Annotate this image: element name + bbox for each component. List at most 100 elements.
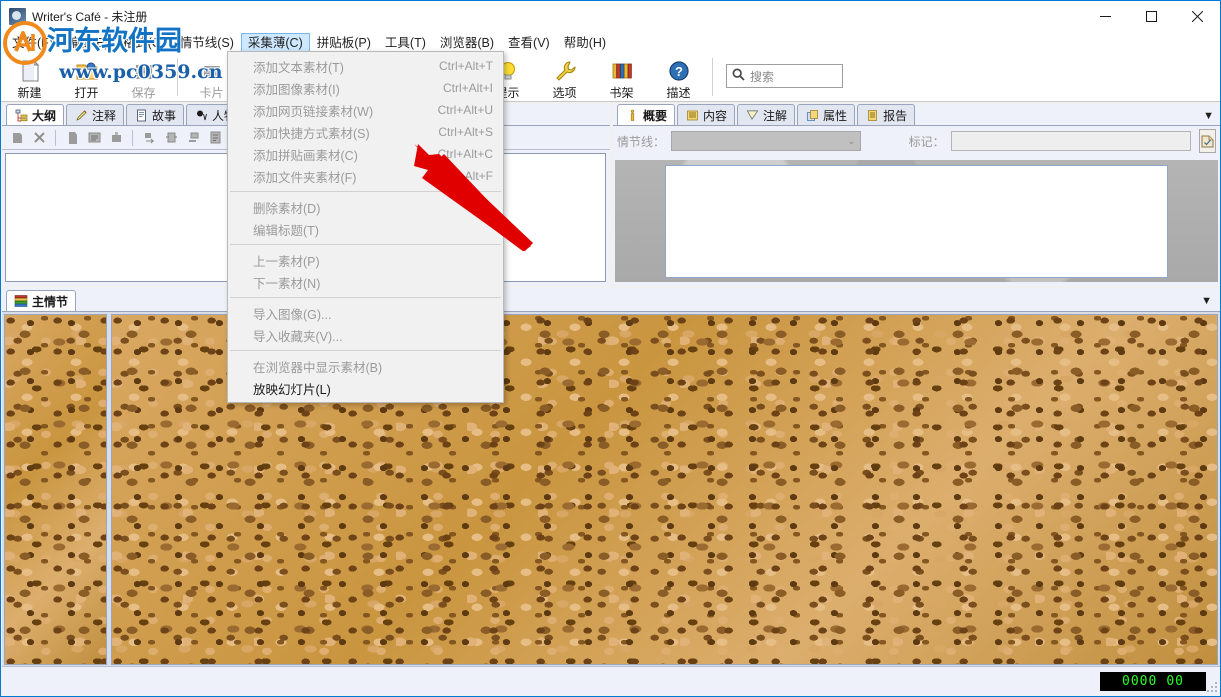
menu-help[interactable]: 帮助(H) <box>557 33 613 53</box>
summary-fields-row: 情节线： ⌄ 标记： <box>613 126 1220 156</box>
menuitem-add-shortcut[interactable]: 添加快捷方式素材(S) Ctrl+Alt+S <box>228 121 503 143</box>
menuitem-play-slideshow[interactable]: 放映幻灯片(L) <box>228 377 503 399</box>
menuitem-show-in-browser[interactable]: 在浏览器中显示素材(B) <box>228 355 503 377</box>
menuitem-import-favorites[interactable]: 导入收藏夹(V)... <box>228 324 503 346</box>
tab-annotation[interactable]: 注解 <box>737 104 795 125</box>
menu-plotline[interactable]: 情节线(S) <box>173 33 241 53</box>
menuitem-add-text[interactable]: 添加文本素材(T) Ctrl+Alt+T <box>228 55 503 77</box>
main-toolbar: 新建 打开 保存 <box>1 53 1220 102</box>
summary-note-area <box>615 160 1218 282</box>
toolbar-open-button[interactable]: 打开 <box>58 55 115 101</box>
toolbar-save-button[interactable]: 保存 <box>115 55 172 101</box>
menuitem-delete-material[interactable]: 删除素材(D) <box>228 196 503 218</box>
tab-outline[interactable]: 大纲 <box>6 104 64 125</box>
toolbar-options-label: 选项 <box>552 84 576 101</box>
menuitem-add-folder-accel: Ctrl+Alt+F <box>439 169 493 183</box>
tag-add-icon[interactable] <box>1199 129 1216 153</box>
menu-file[interactable]: 文件(F) <box>5 33 60 53</box>
menuitem-next-material[interactable]: 下一素材(N) <box>228 271 503 293</box>
tab-report[interactable]: 报告 <box>857 104 915 125</box>
toolbar-open-label: 打开 <box>74 84 98 101</box>
open-folder-icon <box>75 58 99 83</box>
tab-properties-label: 属性 <box>823 107 847 124</box>
menu-collage[interactable]: 拼贴板(P) <box>310 33 378 53</box>
maximize-button[interactable] <box>1128 1 1174 32</box>
menuitem-import-image-label: 导入图像(G)... <box>253 304 331 323</box>
properties-tab-icon <box>805 108 819 122</box>
notes-icon[interactable] <box>84 128 104 148</box>
window-title: Writer's Café - 未注册 <box>32 8 147 25</box>
toolbar-options-button[interactable]: 选项 <box>536 55 593 101</box>
toolbar-separator <box>177 58 178 96</box>
add-item-icon[interactable] <box>7 128 27 148</box>
plotline-label: 情节线： <box>617 133 665 150</box>
indent-icon[interactable] <box>139 128 159 148</box>
menuitem-add-text-accel: Ctrl+Alt+T <box>439 59 493 73</box>
toolbar-new-label: 新建 <box>17 84 41 101</box>
corkboard-index-column[interactable] <box>4 314 107 665</box>
menuitem-previous-material-label: 上一素材(P) <box>253 251 320 270</box>
plot-stack-icon <box>14 294 28 308</box>
menuitem-add-shortcut-label: 添加快捷方式素材(S) <box>253 123 370 142</box>
tab-main-plot-label: 主情节 <box>32 293 68 310</box>
word-count-left: 0000 <box>1122 675 1157 688</box>
tag-input[interactable] <box>951 131 1191 151</box>
clip-icon[interactable] <box>106 128 126 148</box>
menuitem-import-image[interactable]: 导入图像(G)... <box>228 302 503 324</box>
demote-icon[interactable] <box>183 128 203 148</box>
toolbar-new-button[interactable]: 新建 <box>1 55 58 101</box>
menuitem-add-image[interactable]: 添加图像素材(I) Ctrl+Alt+I <box>228 77 503 99</box>
story-icon <box>134 108 148 122</box>
word-count-right: 00 <box>1166 675 1184 688</box>
resize-grip-icon[interactable] <box>1206 681 1218 693</box>
toolbar-save-label: 保存 <box>131 84 155 101</box>
menuitem-play-slideshow-label: 放映幻灯片(L) <box>253 379 331 398</box>
paste-icon[interactable] <box>62 128 82 148</box>
menu-separator-3 <box>230 297 501 298</box>
menu-separator-2 <box>230 244 501 245</box>
menuitem-add-weblink[interactable]: 添加网页链接素材(W) Ctrl+Alt+U <box>228 99 503 121</box>
delete-item-icon[interactable] <box>29 128 49 148</box>
properties-icon[interactable] <box>205 128 225 148</box>
menuitem-edit-title[interactable]: 编辑标题(T) <box>228 218 503 240</box>
menu-scrapbook[interactable]: 采集薄(C) <box>241 33 310 53</box>
report-icon <box>865 108 879 122</box>
menuitem-add-folder[interactable]: 添加文件夹素材(F) Ctrl+Alt+F <box>228 165 503 187</box>
tab-summary[interactable]: 概要 <box>617 104 675 125</box>
menu-browser[interactable]: 浏览器(B) <box>433 33 501 53</box>
menu-format[interactable]: 格式(O) <box>116 33 173 53</box>
menuitem-add-folder-label: 添加文件夹素材(F) <box>253 167 356 186</box>
menu-tools[interactable]: 工具(T) <box>378 33 433 53</box>
toolbar-separator-3 <box>712 58 713 96</box>
tab-story[interactable]: 故事 <box>126 104 184 125</box>
tab-notes-label: 注释 <box>92 107 116 124</box>
close-button[interactable] <box>1174 1 1220 32</box>
word-count-display: 0000 00 <box>1100 672 1206 691</box>
menu-separator-4 <box>230 350 501 351</box>
menu-view[interactable]: 查看(V) <box>501 33 557 53</box>
tab-content[interactable]: 内容 <box>677 104 735 125</box>
tab-summary-label: 概要 <box>643 107 667 124</box>
menuitem-previous-material[interactable]: 上一素材(P) <box>228 249 503 271</box>
card-icon <box>200 58 224 83</box>
toolbar-bookshelf-button[interactable]: 书架 <box>593 55 650 101</box>
tab-properties[interactable]: 属性 <box>797 104 855 125</box>
promote-icon[interactable] <box>161 128 181 148</box>
mini-toolbar-separator-2 <box>132 130 133 146</box>
plotline-combo[interactable]: ⌄ <box>671 131 861 151</box>
tab-notes[interactable]: 注释 <box>66 104 124 125</box>
menuitem-show-in-browser-label: 在浏览器中显示素材(B) <box>253 357 382 376</box>
chevron-down-icon[interactable]: ▼ <box>1203 110 1214 122</box>
wrench-icon <box>553 58 577 83</box>
menuitem-add-collage[interactable]: 添加拼贴画素材(C) Ctrl+Alt+C <box>228 143 503 165</box>
tab-main-plot[interactable]: 主情节 <box>6 290 76 311</box>
bottom-chevron-down-icon[interactable]: ▼ <box>1201 295 1212 307</box>
toolbar-describe-button[interactable]: ? 描述 <box>650 55 707 101</box>
pencil-icon <box>74 108 88 122</box>
summary-note-page[interactable] <box>665 165 1168 278</box>
minimize-button[interactable] <box>1082 1 1128 32</box>
menu-edit[interactable]: 编辑(E) <box>60 33 116 53</box>
toolbar-card-label: 卡片 <box>199 84 223 101</box>
search-box[interactable]: 搜索 <box>726 64 843 88</box>
combo-chevron-icon: ⌄ <box>847 136 855 147</box>
